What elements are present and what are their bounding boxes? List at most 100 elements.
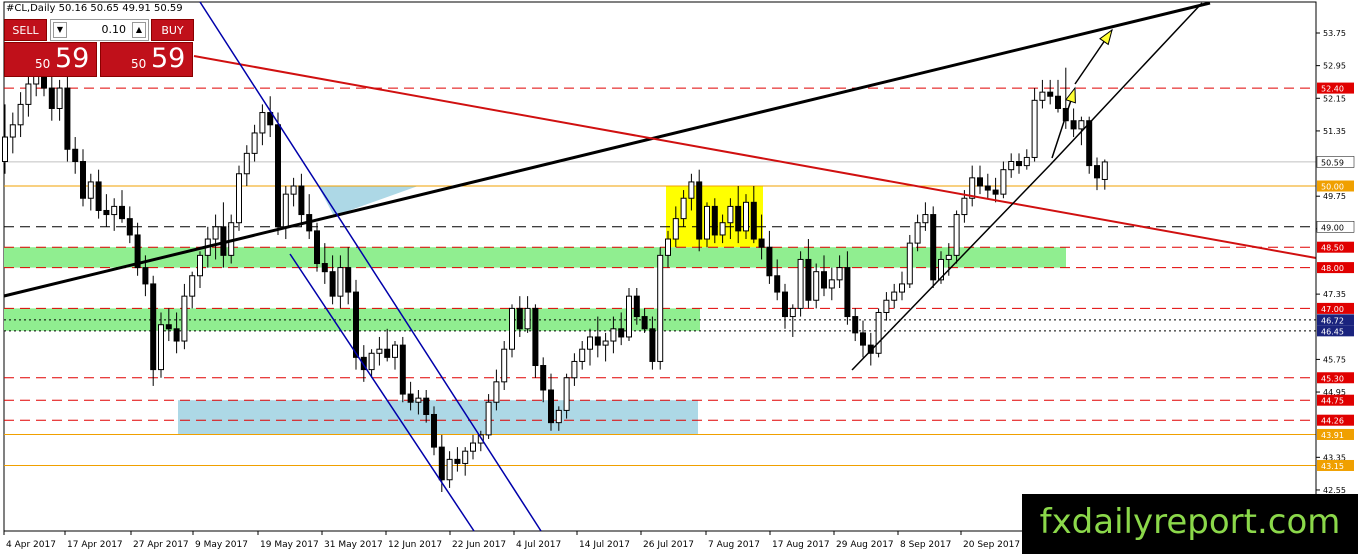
level-label: 46.72 — [1317, 314, 1354, 326]
bull-candle-body — [243, 152, 250, 175]
bear-candle-body — [64, 87, 71, 150]
bear-candle-body — [1016, 161, 1022, 167]
bull-candle-body — [376, 348, 383, 354]
level-label-text: 44.26 — [1321, 417, 1344, 426]
bear-candle-body — [48, 87, 55, 109]
level-label-text: 52.40 — [1321, 85, 1344, 94]
bull-candle-body — [2, 136, 8, 163]
candle — [953, 210, 960, 264]
bull-candle-body — [1039, 91, 1046, 101]
bull-candle-body — [501, 348, 508, 383]
bull-candle-body — [17, 103, 24, 126]
bull-candle-body — [392, 344, 398, 358]
level-label-text: 44.75 — [1321, 397, 1344, 406]
bear-candle-body — [618, 328, 625, 338]
bull-candle-body — [914, 222, 921, 244]
bear-candle-body — [1047, 91, 1054, 97]
bear-candle-body — [532, 307, 539, 367]
buy-button[interactable]: BUY — [151, 19, 194, 41]
candle — [275, 112, 281, 235]
bull-candle-body — [727, 205, 734, 224]
bear-candle-body — [649, 328, 656, 362]
bear-candle-body — [103, 209, 110, 216]
buy-price-prefix: 50 — [131, 57, 147, 71]
candle — [150, 275, 157, 386]
date-tick-label: 12 Jun 2017 — [388, 540, 442, 550]
bear-candle-body — [930, 214, 937, 281]
sell-price-quote[interactable]: 50 59 — [4, 42, 97, 77]
level-label: 50.59 — [1316, 156, 1355, 168]
bull-candle-body — [181, 295, 188, 342]
bull-candle-body — [719, 222, 726, 236]
bull-candle-body — [789, 307, 796, 318]
bull-candle-body — [509, 307, 515, 350]
bull-candle-body — [368, 352, 375, 371]
date-tick-label: 22 Jun 2017 — [452, 540, 506, 550]
bull-candle-body — [688, 181, 695, 199]
candle — [930, 206, 937, 288]
bull-candle-body — [665, 238, 671, 256]
level-label: 43.15 — [1317, 459, 1354, 471]
level-label-text: 47.00 — [1321, 305, 1344, 314]
bull-candle-body — [446, 458, 453, 481]
lot-increase-icon[interactable]: ▲ — [132, 22, 146, 38]
bull-candle-body — [657, 254, 664, 362]
sell-button[interactable]: SELL — [4, 19, 47, 41]
bear-candle-body — [142, 267, 149, 285]
bear-candle-body — [1094, 165, 1100, 179]
level-label: 48.00 — [1317, 262, 1354, 274]
bear-candle-body — [454, 458, 461, 464]
buy-price-quote[interactable]: 50 59 — [100, 42, 193, 77]
bull-candle-body — [212, 226, 219, 240]
bear-candle-body — [1086, 120, 1093, 167]
level-label: 45.30 — [1317, 372, 1354, 384]
bear-candle-body — [594, 336, 601, 346]
one-click-trade-panel: SELL ▼ 0.10 ▲ BUY 50 59 50 59 — [4, 17, 194, 77]
bull-candle-body — [9, 124, 16, 138]
bear-candle-body — [345, 267, 352, 293]
date-tick-label: 19 May 2017 — [260, 540, 319, 550]
support-zone-blue — [178, 400, 698, 435]
lot-decrease-icon[interactable]: ▼ — [53, 22, 67, 38]
bull-candle-body — [906, 242, 913, 285]
bear-candle-body — [782, 291, 788, 318]
bull-candle-body — [259, 112, 266, 134]
bear-candle-body — [423, 397, 430, 415]
bull-candle-body — [524, 307, 531, 330]
bull-candle-body — [672, 218, 679, 240]
bull-candle-body — [470, 442, 476, 452]
level-label-text: 46.72 — [1321, 316, 1344, 325]
level-label: 50.00 — [1317, 180, 1354, 192]
date-tick-label: 9 May 2017 — [195, 540, 248, 550]
bull-candle-body — [236, 173, 242, 224]
date-tick-label: 17 Aug 2017 — [772, 540, 830, 550]
bear-candle-body — [1070, 120, 1077, 130]
bear-candle-body — [540, 365, 547, 391]
date-tick-label: 29 Aug 2017 — [836, 540, 894, 550]
level-label-text: 48.50 — [1321, 244, 1344, 253]
level-label: 44.75 — [1317, 394, 1354, 406]
date-tick-label: 4 Jul 2017 — [516, 540, 561, 550]
price-tick-label: 52.95 — [1323, 62, 1346, 71]
bull-candle-body — [415, 397, 422, 403]
bear-candle-body — [735, 205, 742, 232]
level-label: 52.40 — [1317, 82, 1354, 94]
bull-candle-body — [56, 87, 63, 109]
bull-candle-body — [1023, 156, 1030, 167]
chart-canvas: 53.7552.9552.1551.3549.7548.9547.3545.75… — [2, 1, 1355, 550]
bull-candle-body — [158, 324, 164, 371]
date-tick-label: 7 Aug 2017 — [708, 540, 760, 550]
bull-candle-body — [290, 185, 297, 195]
lot-size-value: 0.10 — [101, 23, 127, 36]
date-tick-label: 8 Sep 2017 — [900, 540, 951, 550]
level-label-text: 43.91 — [1321, 431, 1344, 440]
bear-candle-body — [384, 348, 391, 358]
bull-candle-body — [87, 181, 94, 199]
bull-candle-body — [704, 205, 710, 240]
lot-size-input[interactable]: ▼ 0.10 ▲ — [50, 19, 149, 41]
bull-candle-body — [945, 254, 952, 260]
level-label-text: 46.45 — [1321, 327, 1344, 336]
level-label: 46.45 — [1317, 325, 1354, 337]
candle — [509, 304, 515, 358]
bull-candle-body — [462, 450, 469, 464]
